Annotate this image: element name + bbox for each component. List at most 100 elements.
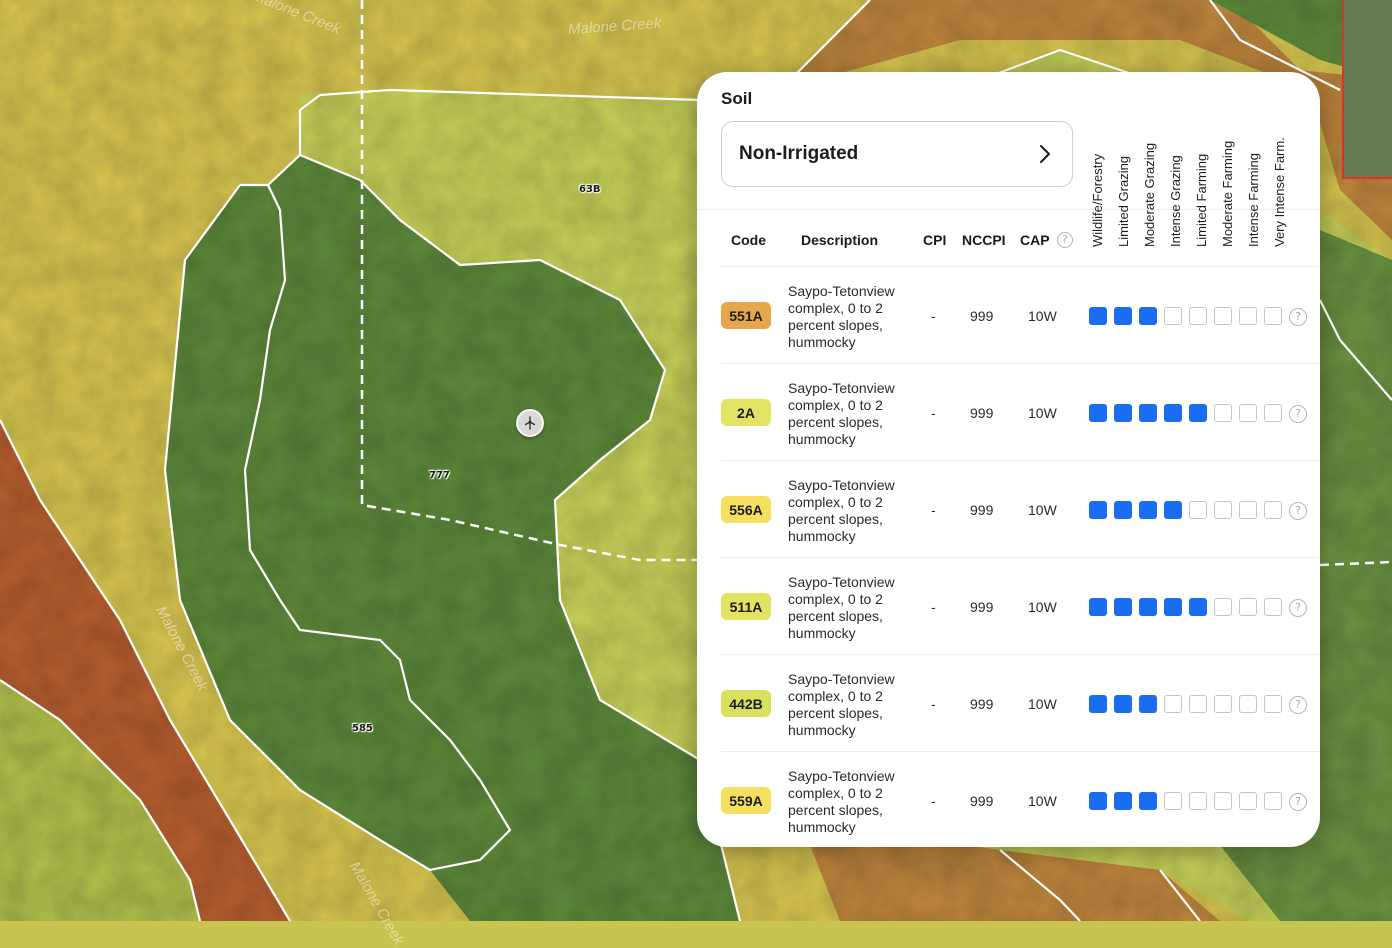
question-circle-icon[interactable]: ? xyxy=(1289,405,1307,423)
suitability-box-empty xyxy=(1164,792,1182,810)
irrigation-select[interactable]: Non-Irrigated xyxy=(721,121,1073,187)
irrigation-select-value: Non-Irrigated xyxy=(739,143,859,164)
suitability-box-filled xyxy=(1189,598,1207,616)
suitability-box-filled xyxy=(1164,501,1182,519)
soil-description: Saypo-Tetonview complex, 0 to 2 percent … xyxy=(788,574,895,641)
soil-code-badge: 2A xyxy=(721,399,771,426)
suitability-box-empty xyxy=(1189,695,1207,713)
suitability-box-filled xyxy=(1164,598,1182,616)
suitability-box-empty xyxy=(1189,792,1207,810)
suitability-box-filled xyxy=(1089,695,1107,713)
column-header-code[interactable]: Code xyxy=(731,232,766,248)
suitability-box-filled xyxy=(1139,307,1157,325)
aerial-parcel xyxy=(1343,0,1392,178)
suitability-box-filled xyxy=(1114,501,1132,519)
suitability-box-empty xyxy=(1264,598,1282,616)
suitability-box-filled xyxy=(1089,501,1107,519)
cap-value: 10W xyxy=(1028,696,1057,712)
soil-code-badge: 511A xyxy=(721,593,771,620)
suitability-box-filled xyxy=(1089,404,1107,422)
nccpi-value: 999 xyxy=(970,502,994,518)
suitability-box-filled xyxy=(1139,404,1157,422)
suitability-box-empty xyxy=(1239,307,1257,325)
nccpi-value: 999 xyxy=(970,696,994,712)
soil-panel: Soil Non-Irrigated Code Description CPI … xyxy=(697,72,1320,847)
suitability-box-empty xyxy=(1164,695,1182,713)
suitability-box-empty xyxy=(1239,792,1257,810)
cpi-value: - xyxy=(931,405,936,421)
question-circle-icon[interactable]: ? xyxy=(1289,502,1307,520)
suitability-box-empty xyxy=(1264,792,1282,810)
suitability-box-filled xyxy=(1114,695,1132,713)
suitability-box-empty xyxy=(1264,307,1282,325)
table-row[interactable]: 442B Saypo-Tetonview complex, 0 to 2 perc… xyxy=(721,654,1320,751)
row-divider xyxy=(721,557,1320,558)
soil-code-badge: 442B xyxy=(721,690,771,717)
column-header-cpi[interactable]: CPI xyxy=(923,232,946,248)
row-divider xyxy=(721,363,1320,364)
table-row[interactable]: 556A Saypo-Tetonview complex, 0 to 2 perc… xyxy=(721,460,1320,557)
panel-title: Soil xyxy=(721,89,753,108)
soil-description: Saypo-Tetonview complex, 0 to 2 percent … xyxy=(788,283,895,350)
row-divider xyxy=(721,751,1320,752)
cap-value: 10W xyxy=(1028,599,1057,615)
suitability-box-filled xyxy=(1139,598,1157,616)
suitability-box-empty xyxy=(1264,695,1282,713)
row-divider xyxy=(721,460,1320,461)
suitability-box-empty xyxy=(1214,404,1232,422)
suitability-box-empty xyxy=(1214,501,1232,519)
suitability-box-empty xyxy=(1239,404,1257,422)
soil-description: Saypo-Tetonview complex, 0 to 2 percent … xyxy=(788,477,895,544)
soil-code-badge: 556A xyxy=(721,496,771,523)
question-circle-icon[interactable]: ? xyxy=(1289,696,1307,714)
cap-value: 10W xyxy=(1028,502,1057,518)
suitability-box-filled xyxy=(1139,792,1157,810)
table-row[interactable]: 2A Saypo-Tetonview complex, 0 to 2 percen… xyxy=(721,363,1320,460)
suitability-box-empty xyxy=(1239,501,1257,519)
cpi-value: - xyxy=(931,502,936,518)
column-header-cap[interactable]: CAP xyxy=(1020,232,1050,248)
nccpi-value: 999 xyxy=(970,793,994,809)
nccpi-value: 999 xyxy=(970,308,994,324)
cpi-value: - xyxy=(931,793,936,809)
suitability-box-empty xyxy=(1214,695,1232,713)
suitability-box-filled xyxy=(1089,598,1107,616)
table-row[interactable]: 551A Saypo-Tetonview complex, 0 to 2 perc… xyxy=(721,266,1320,363)
suitability-box-empty xyxy=(1239,695,1257,713)
soil-code-badge: 551A xyxy=(721,302,771,329)
suitability-box-empty xyxy=(1189,501,1207,519)
question-circle-icon[interactable]: ? xyxy=(1289,308,1307,326)
soil-unit-label: 777 xyxy=(429,470,450,481)
nccpi-value: 999 xyxy=(970,599,994,615)
suitability-box-filled xyxy=(1114,307,1132,325)
suitability-box-filled xyxy=(1139,501,1157,519)
cpi-value: - xyxy=(931,696,936,712)
suitability-box-filled xyxy=(1164,404,1182,422)
chevron-right-icon xyxy=(1040,145,1050,163)
question-circle-icon[interactable]: ? xyxy=(1057,232,1073,248)
column-header-description[interactable]: Description xyxy=(801,232,878,248)
question-circle-icon[interactable]: ? xyxy=(1289,793,1307,811)
table-row[interactable]: 559A Saypo-Tetonview complex, 0 to 2 perc… xyxy=(721,751,1320,847)
soil-description: Saypo-Tetonview complex, 0 to 2 percent … xyxy=(788,380,895,447)
soil-description: Saypo-Tetonview complex, 0 to 2 percent … xyxy=(788,671,895,738)
suitability-box-empty xyxy=(1214,598,1232,616)
suitability-box-filled xyxy=(1139,695,1157,713)
suitability-box-empty xyxy=(1214,792,1232,810)
row-divider xyxy=(721,266,1320,267)
suitability-box-empty xyxy=(1214,307,1232,325)
soil-unit-label: 63B xyxy=(579,184,601,195)
suitability-box-empty xyxy=(1239,598,1257,616)
suitability-box-filled xyxy=(1114,404,1132,422)
row-divider xyxy=(721,654,1320,655)
suitability-box-empty xyxy=(1264,501,1282,519)
cap-value: 10W xyxy=(1028,405,1057,421)
table-row[interactable]: 511A Saypo-Tetonview complex, 0 to 2 perc… xyxy=(721,557,1320,654)
soil-unit-label: 585 xyxy=(352,723,373,734)
suitability-box-empty xyxy=(1264,404,1282,422)
question-circle-icon[interactable]: ? xyxy=(1289,599,1307,617)
soil-code-badge: 559A xyxy=(721,787,771,814)
column-header-nccpi[interactable]: NCCPI xyxy=(962,232,1006,248)
wind-turbine-icon[interactable] xyxy=(516,409,544,437)
cpi-value: - xyxy=(931,308,936,324)
